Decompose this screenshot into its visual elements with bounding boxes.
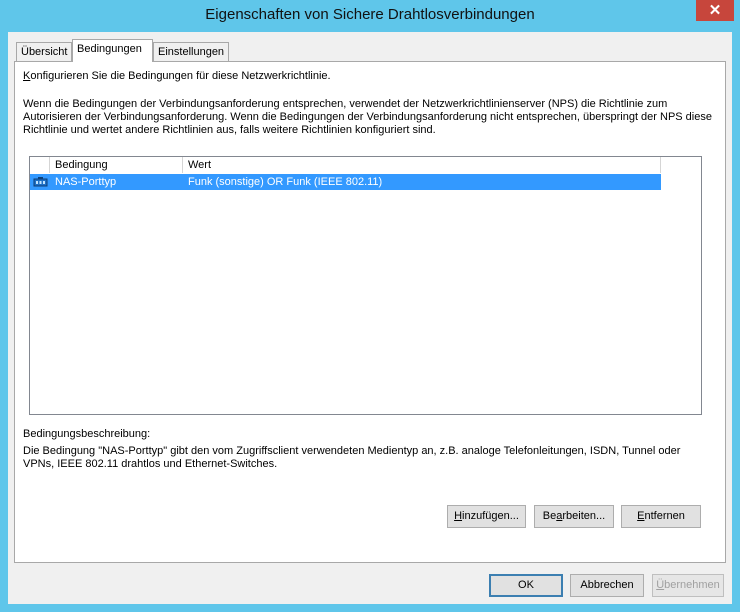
policy-description-line-1: Wenn die Bedingungen der Verbindungsanfo…: [23, 98, 668, 110]
edit-label-rest: rbeiten...: [562, 510, 606, 522]
conditions-panel: Konfigurieren Sie die Bedingungen für di…: [14, 61, 726, 563]
close-icon: ✕: [708, 2, 722, 19]
apply-button[interactable]: Übernehmen: [652, 574, 724, 597]
policy-description-line-2: Autorisieren der Verbindungsanforderung.…: [23, 111, 712, 123]
apply-label-rest: bernehmen: [664, 579, 720, 591]
dialog-client-area: Übersicht Bedingungen Einstellungen Konf…: [8, 32, 732, 604]
intro-text-rest: onfigurieren Sie die Bedingungen für die…: [30, 70, 331, 82]
tab-einstellungen[interactable]: Einstellungen: [153, 42, 229, 61]
remove-label-rest: ntfernen: [644, 510, 685, 522]
add-access-key: H: [454, 510, 463, 522]
apply-access-key: Ü: [656, 579, 665, 591]
add-label-rest: inzufügen...: [462, 510, 519, 522]
conditions-list[interactable]: Bedingung Wert NAS-Porttyp Funk (sonstig…: [29, 156, 702, 415]
ok-button[interactable]: OK: [489, 574, 563, 597]
condition-description-line-1: Die Bedingung "NAS-Porttyp" gibt den vom…: [23, 445, 681, 457]
intro-text: Konfigurieren Sie die Bedingungen für di…: [23, 70, 331, 83]
column-header-bedingung[interactable]: Bedingung: [50, 157, 183, 173]
add-condition-button[interactable]: Hinzufügen...: [447, 505, 526, 528]
edit-label-pre: Be: [542, 510, 557, 522]
condition-description-line-2: VPNs, IEEE 802.11 drahtlos und Ethernet-…: [23, 458, 278, 470]
edit-condition-button[interactable]: Bearbeiten...: [534, 505, 614, 528]
column-header-wert[interactable]: Wert: [183, 157, 661, 173]
dialog-window: Eigenschaften von Sichere Drahtlosverbin…: [0, 0, 740, 612]
window-title: Eigenschaften von Sichere Drahtlosverbin…: [205, 6, 535, 23]
cancel-button[interactable]: Abbrechen: [570, 574, 644, 597]
condition-description-label: Bedingungsbeschreibung:: [23, 428, 151, 440]
tab-bedingungen[interactable]: Bedingungen: [72, 39, 153, 62]
close-button[interactable]: ✕: [696, 0, 734, 21]
list-header-icon-column[interactable]: [30, 157, 50, 173]
title-bar[interactable]: Eigenschaften von Sichere Drahtlosverbin…: [0, 0, 740, 32]
policy-description-line-3: Richtlinie und wertet andere Richtlinien…: [23, 124, 436, 136]
tab-uebersicht[interactable]: Übersicht: [16, 42, 72, 61]
condition-row[interactable]: NAS-Porttyp Funk (sonstige) OR Funk (IEE…: [30, 174, 661, 190]
condition-name-cell: NAS-Porttyp: [55, 176, 117, 188]
list-header: Bedingung Wert: [30, 157, 661, 173]
network-condition-icon: [33, 177, 48, 187]
remove-condition-button[interactable]: Entfernen: [621, 505, 701, 528]
condition-value-cell: Funk (sonstige) OR Funk (IEEE 802.11): [188, 176, 383, 188]
